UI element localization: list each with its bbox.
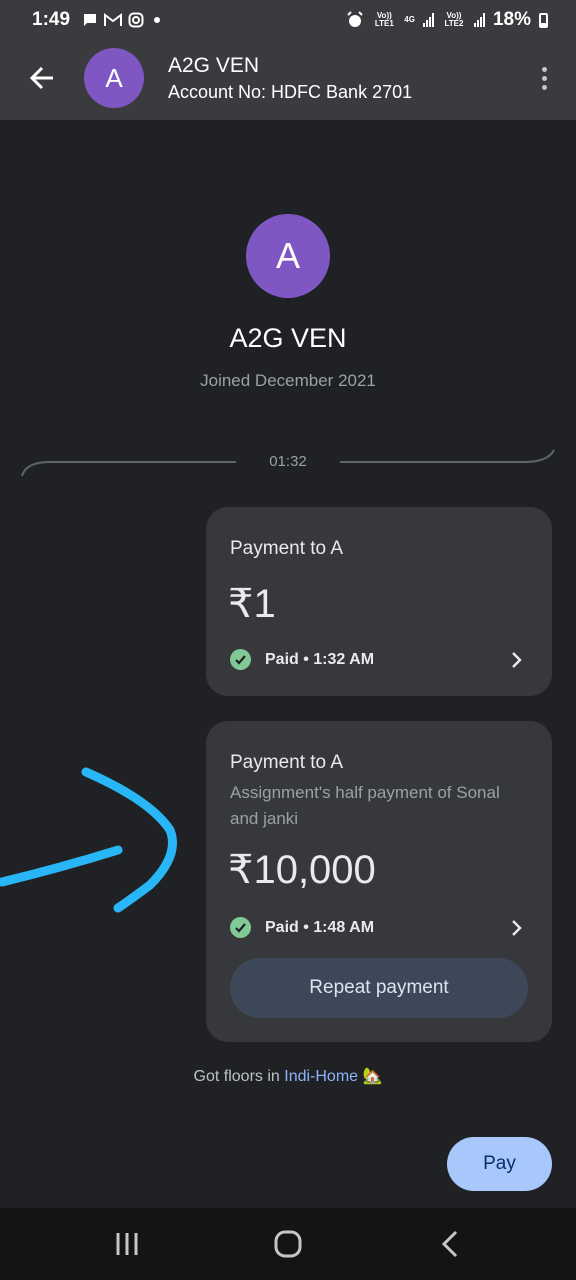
message-icon [84, 14, 97, 26]
status-time: 1:49 [32, 9, 71, 30]
payment-note: Assignment's half payment of Sonal and j… [230, 783, 500, 828]
pay-button[interactable]: Pay [447, 1137, 552, 1191]
home-icon [274, 1230, 302, 1258]
payment-status: Paid • 1:48 AM [230, 917, 374, 938]
back-chevron-icon [441, 1230, 458, 1258]
payment-status: Paid • 1:32 AM [230, 649, 374, 670]
payment-status-text: Paid • 1:32 AM [265, 650, 375, 668]
network-label: 4G [404, 15, 415, 24]
header-avatar[interactable]: A [84, 48, 144, 108]
payment-card[interactable]: Payment to A ₹1 Paid • 1:32 AM [206, 507, 552, 696]
repeat-payment-button[interactable]: Repeat payment [230, 958, 528, 1018]
app-bar: A A2G VEN Account No: HDFC Bank 2701 [0, 40, 576, 120]
contact-name[interactable]: A2G VEN [168, 54, 259, 78]
dot-icon [154, 17, 161, 23]
annotation-arrow-icon [0, 767, 177, 913]
profile-name: A2G VEN [229, 323, 347, 353]
alarm-icon [347, 11, 364, 27]
payment-amount: ₹1 [228, 582, 276, 626]
payment-card[interactable]: Payment to A Assignment's half payment o… [206, 721, 552, 1042]
payment-status-text: Paid • 1:48 AM [265, 918, 375, 936]
payment-amount: ₹10,000 [228, 848, 376, 892]
recent-apps-button[interactable] [107, 1226, 147, 1262]
house-icon: 🏡 [362, 1068, 383, 1085]
check-circle-icon [230, 917, 251, 938]
more-options-button[interactable] [534, 60, 554, 96]
back-button[interactable] [26, 62, 58, 94]
home-button[interactable] [268, 1226, 308, 1262]
footer-text: Got floors in Indi-Home 🏡 [0, 1066, 576, 1086]
signal-2-icon [473, 13, 485, 27]
sim1-label: Vo)) LTE1 [374, 11, 394, 28]
recent-apps-icon [116, 1233, 138, 1255]
system-nav-bar [0, 1208, 576, 1280]
footer-prefix: Got floors in [193, 1068, 285, 1085]
instagram-icon [128, 12, 144, 28]
status-right: Vo)) LTE1 4G Vo)) LTE2 18% [346, 9, 548, 31]
account-number: Account No: HDFC Bank 2701 [168, 82, 413, 102]
divider-line-right [340, 449, 555, 463]
notification-icons [82, 12, 164, 28]
sim2-label: Vo)) LTE2 [444, 11, 464, 28]
profile-avatar: A [246, 214, 330, 298]
payment-title: Payment to A [230, 752, 344, 773]
joined-date: Joined December 2021 [200, 371, 376, 390]
battery-icon [539, 12, 548, 28]
indi-home-link[interactable]: Indi-Home [284, 1068, 358, 1085]
check-circle-icon [230, 649, 251, 670]
gmail-icon [104, 13, 123, 26]
payment-title: Payment to A [230, 538, 344, 559]
chevron-right-icon[interactable] [506, 650, 526, 670]
battery-percent: 18% [492, 9, 531, 30]
system-back-button[interactable] [430, 1226, 470, 1262]
status-bar: 1:49 Vo)) LTE1 4G Vo)) LTE2 18% [0, 0, 576, 40]
chevron-right-icon[interactable] [506, 918, 526, 938]
back-arrow-icon [29, 66, 53, 90]
signal-1-icon [422, 13, 434, 27]
